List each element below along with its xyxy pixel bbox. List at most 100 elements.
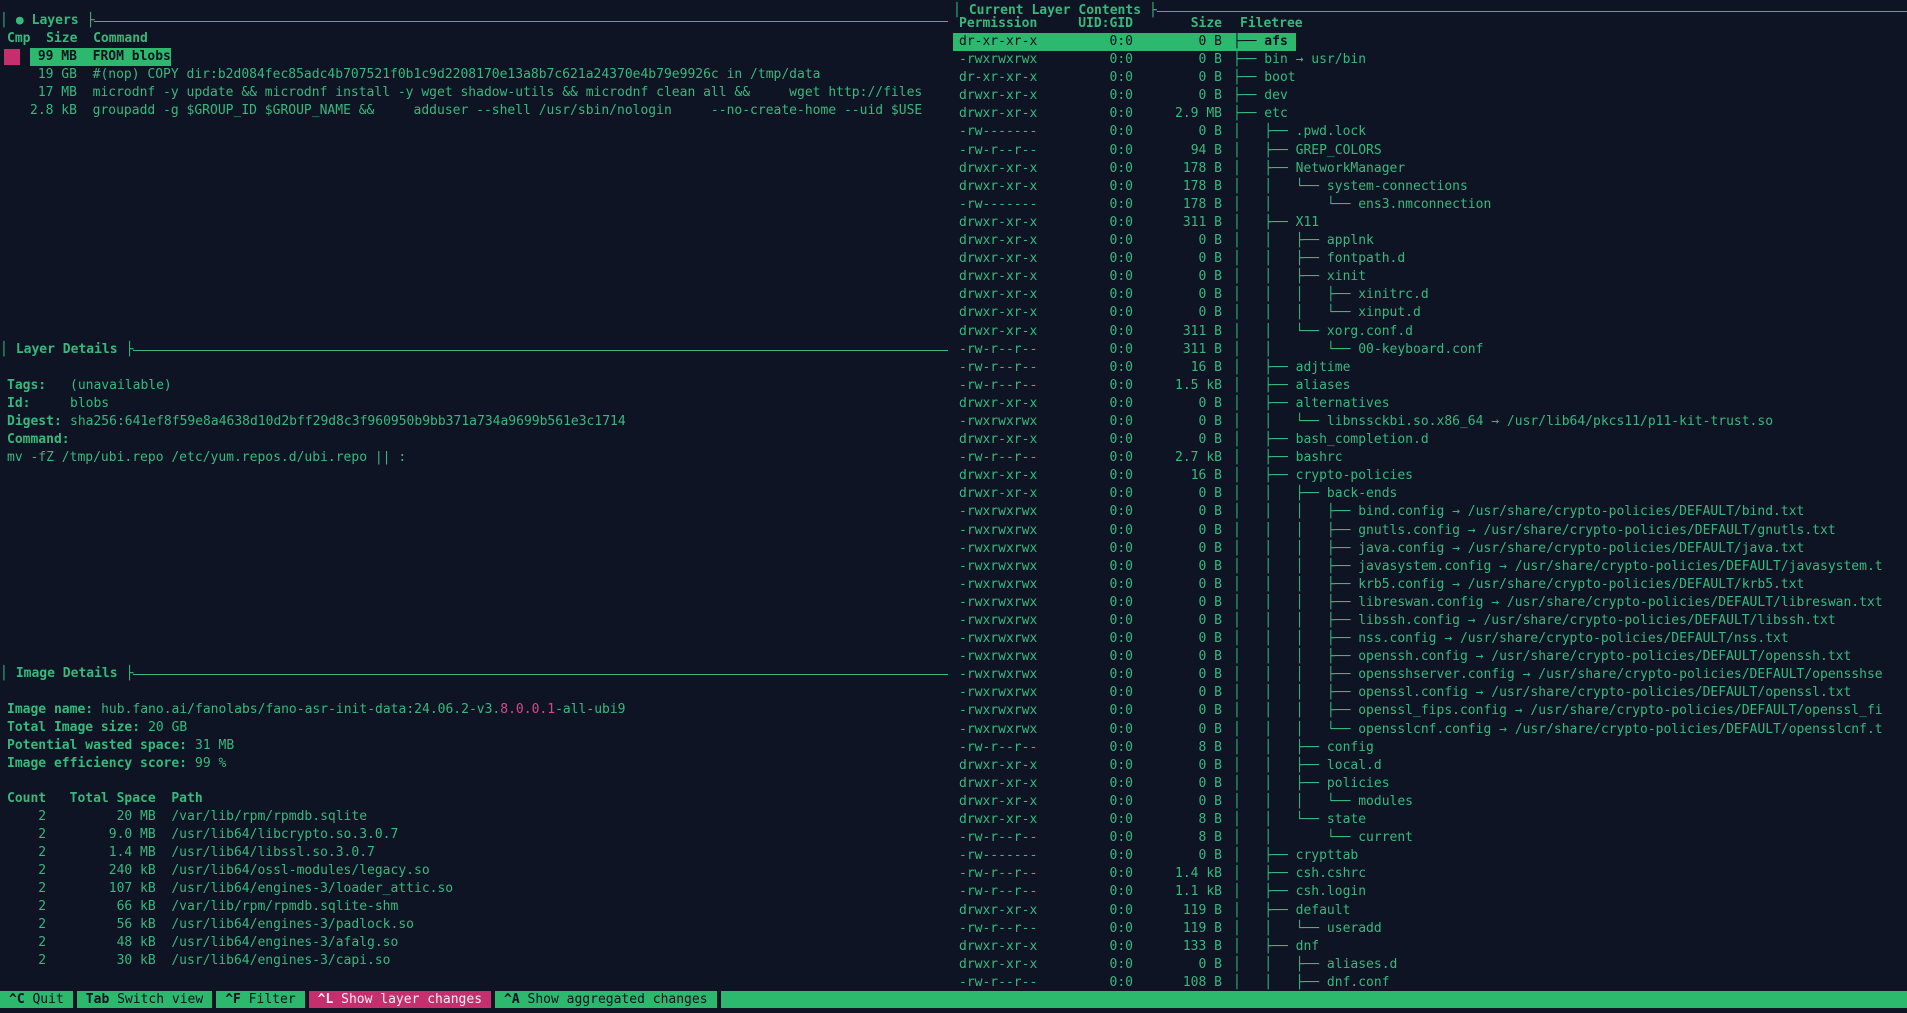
layer-row[interactable]: 99 MB FROM blobs [0,48,948,66]
file-tree-row[interactable]: -rwxrwxrwx 0:0 0 B │ │ │ └── opensslcnf.con… [953,721,1907,739]
file-tree-row[interactable]: -rw-r--r-- 0:0 119 B │ │ └── useradd [953,920,1907,938]
file-tree-row[interactable]: drwxr-xr-x 0:0 0 B │ │ │ └── modules [953,793,1907,811]
layer-row[interactable]: 17 MB microdnf -y update && microdnf ins… [0,84,948,102]
file-size: 0 B [1198,287,1222,303]
file-permission: -rw------- [959,196,1038,212]
file-tree-row[interactable]: -rwxrwxrwx 0:0 0 B │ │ │ ├── nss.config → /… [953,630,1907,648]
file-tree-row[interactable]: -rwxrwxrwx 0:0 0 B │ │ │ ├── java.config → … [953,540,1907,558]
file-uid-gid: 0:0 [1109,34,1133,49]
file-name: ├── etc [1233,106,1288,122]
file-tree-row[interactable]: drwxr-xr-x 0:0 0 B ├── dev [953,87,1907,105]
file-tree-row[interactable]: -rw-r--r-- 0:0 108 B │ │ ├── dnf.conf [953,974,1907,992]
file-tree-row[interactable]: drwxr-xr-x 0:0 0 B │ │ │ ├── xinitrc.d [953,286,1907,304]
file-name: │ │ │ ├── openssl.config → /usr/share/cr… [1233,685,1852,701]
panel-border: ├ [86,13,95,28]
file-tree-row[interactable]: -rw-r--r-- 0:0 8 B │ │ └── current [953,829,1907,847]
file-tree-row[interactable]: drwxr-xr-x 0:0 311 B │ │ └── xorg.conf.d [953,323,1907,341]
file-permission: drwxr-xr-x [959,432,1038,448]
shortcut-tab[interactable]: Tab Switch view [76,991,213,1008]
layer-row[interactable]: 2.8 kB groupadd -g $GROUP_ID $GROUP_NAME… [0,102,948,120]
file-tree-row[interactable]: -rw-r--r-- 0:0 1.5 kB │ ├── aliases [953,377,1907,395]
file-tree-row[interactable]: drwxr-xr-x 0:0 0 B │ │ ├── fontpath.d [953,250,1907,268]
shortcut-ctrl-c[interactable]: ^C Quit [0,991,73,1008]
file-name: │ │ └── libnssckbi.so.x86_64 → /usr/lib6… [1233,413,1774,429]
file-tree-row[interactable]: dr-xr-xr-x 0:0 0 B ├── afs [953,33,1907,52]
file-size: 1.5 kB [1175,377,1222,393]
file-tree-row[interactable]: drwxr-xr-x 0:0 119 B │ ├── default [953,902,1907,920]
file-tree-row[interactable]: drwxr-xr-x 0:0 0 B │ │ │ └── xinput.d [953,304,1907,322]
file-tree-row[interactable]: -rw------- 0:0 0 B │ ├── .pwd.lock [953,123,1907,141]
file-tree-row[interactable]: drwxr-xr-x 0:0 2.9 MB ├── etc [953,105,1907,123]
file-tree-row[interactable]: -rwxrwxrwx 0:0 0 B │ │ │ ├── openssl_fips.c… [953,702,1907,720]
file-tree-row[interactable]: -rwxrwxrwx 0:0 0 B │ │ │ ├── opensshserver.… [953,666,1907,684]
file-tree-row[interactable]: drwxr-xr-x 0:0 133 B │ ├── dnf [953,938,1907,956]
file-tree-row[interactable]: drwxr-xr-x 0:0 0 B │ │ ├── local.d [953,757,1907,775]
file-tree-row[interactable]: drwxr-xr-x 0:0 178 B │ │ └── system-connect… [953,178,1907,196]
file-size: 16 B [1190,468,1222,484]
file-uid-gid: 0:0 [1109,377,1133,393]
shortcut-ctrl-a[interactable]: ^A Show aggregated changes [495,991,717,1008]
file-uid-gid: 0:0 [1109,613,1133,628]
file-name: │ ├── aliases [1233,377,1351,393]
shortcut-ctrl-l[interactable]: ^L Show layer changes [308,991,492,1008]
file-tree-row[interactable]: -rw-r--r-- 0:0 16 B │ ├── adjtime [953,359,1907,377]
file-tree-row[interactable]: drwxr-xr-x 0:0 0 B │ │ ├── applnk [953,232,1907,250]
shortcut-ctrl-f[interactable]: ^F Filter [216,991,305,1008]
file-size: 0 B [1198,486,1222,502]
file-tree-row[interactable]: drwxr-xr-x 0:0 0 B │ ├── alternatives [953,395,1907,413]
file-tree-row[interactable]: -rw------- 0:0 178 B │ │ └── ens3.nmconnect… [953,196,1907,214]
file-tree-row[interactable]: drwxr-xr-x 0:0 311 B │ ├── X11 [953,214,1907,232]
file-tree-row[interactable]: -rwxrwxrwx 0:0 0 B │ │ │ ├── javasystem.con… [953,558,1907,576]
file-tree-row[interactable]: -rw-r--r-- 0:0 94 B │ ├── GREP_COLORS [953,142,1907,160]
file-tree-row[interactable]: drwxr-xr-x 0:0 0 B │ ├── bash_completion.d [953,431,1907,449]
file-size: 0 B [1198,124,1222,140]
file-tree-row[interactable]: drwxr-xr-x 0:0 178 B │ ├── NetworkManager [953,160,1907,178]
file-uid-gid: 0:0 [1109,70,1133,86]
file-tree-row[interactable]: -rw-r--r-- 0:0 8 B │ │ ├── config [953,739,1907,757]
file-tree-row[interactable]: drwxr-xr-x 0:0 16 B │ ├── crypto-policies [953,467,1907,485]
file-size: 108 B [1182,974,1222,990]
file-size: 1.4 kB [1175,866,1222,882]
file-tree-row[interactable]: drwxr-xr-x 0:0 8 B │ │ └── state [953,811,1907,829]
layer-row-pad [7,48,30,66]
file-tree-row[interactable]: -rwxrwxrwx 0:0 0 B │ │ │ ├── krb5.config → … [953,576,1907,594]
file-tree-row[interactable]: -rwxrwxrwx 0:0 0 B │ │ │ ├── openssh.config… [953,648,1907,666]
file-uid-gid: 0:0 [1109,124,1133,140]
layer-row-text: 19 GB #(nop) COPY dir:b2d084fec85adc4b70… [30,67,821,82]
file-tree-row[interactable]: -rwxrwxrwx 0:0 0 B │ │ │ ├── openssl.config… [953,684,1907,702]
file-uid-gid: 0:0 [1109,594,1133,610]
file-tree-row[interactable]: -rw-r--r-- 0:0 311 B │ │ └── 00-keyboard.co… [953,341,1907,359]
file-tree-row[interactable]: drwxr-xr-x 0:0 0 B │ │ ├── back-ends [953,485,1907,503]
file-tree-row[interactable]: -rw-r--r-- 0:0 1.1 kB │ ├── csh.login [953,883,1907,901]
file-name: │ │ │ ├── openssh.config → /usr/share/cr… [1233,649,1852,665]
file-tree-row[interactable]: dr-xr-xr-x 0:0 0 B ├── boot [953,69,1907,87]
file-name: │ ├── crypttab [1233,848,1359,864]
file-name: │ ├── alternatives [1233,395,1390,411]
file-permission: -rw-r--r-- [959,142,1038,158]
file-tree-row[interactable]: -rwxrwxrwx 0:0 0 B │ │ │ ├── gnutls.config … [953,522,1907,540]
layer-row[interactable]: 19 GB #(nop) COPY dir:b2d084fec85adc4b70… [0,66,948,84]
file-name: │ │ └── state [1233,812,1367,828]
file-name: │ │ │ ├── java.config → /usr/share/crypt… [1233,540,1805,556]
file-tree-row[interactable]: -rw-r--r-- 0:0 1.4 kB │ ├── csh.cshrc [953,865,1907,883]
file-permission: drwxr-xr-x [959,305,1038,321]
file-uid-gid: 0:0 [1109,196,1133,212]
file-uid-gid: 0:0 [1109,251,1133,267]
file-tree-row[interactable]: drwxr-xr-x 0:0 0 B │ │ ├── policies [953,775,1907,793]
file-uid-gid: 0:0 [1109,504,1133,520]
file-name: │ │ └── xorg.conf.d [1233,323,1414,339]
file-tree-row[interactable]: drwxr-xr-x 0:0 0 B │ │ ├── aliases.d [953,956,1907,974]
file-tree-row[interactable]: -rwxrwxrwx 0:0 0 B ├── bin → usr/bin [953,51,1907,69]
file-uid-gid: 0:0 [1109,486,1133,502]
file-tree-row[interactable]: -rwxrwxrwx 0:0 0 B │ │ │ ├── libssh.config … [953,612,1907,630]
file-tree-row[interactable]: -rw-r--r-- 0:0 2.7 kB │ ├── bashrc [953,449,1907,467]
file-name: │ │ ├── aliases.d [1233,956,1398,972]
file-size: 0 B [1198,667,1222,683]
file-tree-row[interactable]: -rwxrwxrwx 0:0 0 B │ │ │ ├── bind.config → … [953,503,1907,521]
image-size-line: Total Image size: 20 GB [7,719,948,737]
file-tree-row[interactable]: -rwxrwxrwx 0:0 0 B │ │ │ ├── libreswan.conf… [953,594,1907,612]
file-tree-row[interactable]: drwxr-xr-x 0:0 0 B │ │ ├── xinit [953,268,1907,286]
file-tree-row[interactable]: -rwxrwxrwx 0:0 0 B │ │ └── libnssckbi.so.x8… [953,413,1907,431]
file-tree-row[interactable]: -rw------- 0:0 0 B │ ├── crypttab [953,847,1907,865]
file-name: │ │ │ ├── javasystem.config → /usr/share… [1233,558,1883,574]
